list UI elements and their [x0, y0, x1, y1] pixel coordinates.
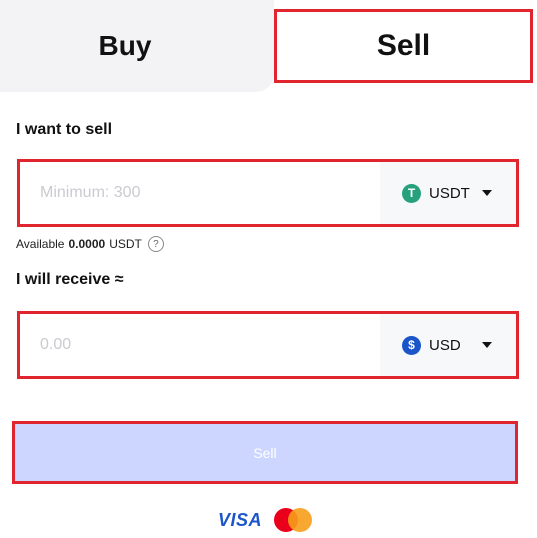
sell-amount-input[interactable]	[20, 183, 380, 203]
payment-methods: VISA	[218, 508, 313, 532]
receive-amount-input[interactable]	[20, 335, 380, 355]
chevron-down-icon	[482, 342, 492, 348]
sell-currency-select[interactable]: T USDT	[380, 162, 516, 224]
receive-amount-label: I will receive ≈	[16, 271, 124, 288]
mastercard-icon	[274, 508, 313, 532]
chevron-down-icon	[482, 190, 492, 196]
visa-logo: VISA	[218, 509, 263, 530]
available-prefix: Available	[16, 237, 65, 251]
sell-currency-label: USDT	[429, 184, 470, 202]
sell-amount-field: T USDT	[17, 159, 519, 227]
help-icon[interactable]: ?	[147, 236, 164, 252]
receive-currency-select[interactable]: $ USD	[380, 314, 516, 376]
tab-buy[interactable]: Buy	[0, 0, 274, 92]
tab-sell[interactable]: Sell	[274, 9, 533, 83]
receive-amount-field: $ USD	[17, 311, 519, 379]
dollar-icon: $	[402, 335, 421, 355]
sell-submit-button[interactable]: Sell	[12, 421, 518, 484]
sell-amount-label: I want to sell	[16, 121, 113, 138]
available-amount: 0.0000	[68, 237, 106, 251]
available-unit: USDT	[109, 237, 142, 251]
tether-icon: T	[402, 183, 421, 203]
available-balance: Available 0.0000 USDT ?	[16, 236, 164, 252]
buy-sell-tabs: Buy Sell	[0, 0, 537, 95]
receive-currency-label: USD	[429, 336, 461, 354]
